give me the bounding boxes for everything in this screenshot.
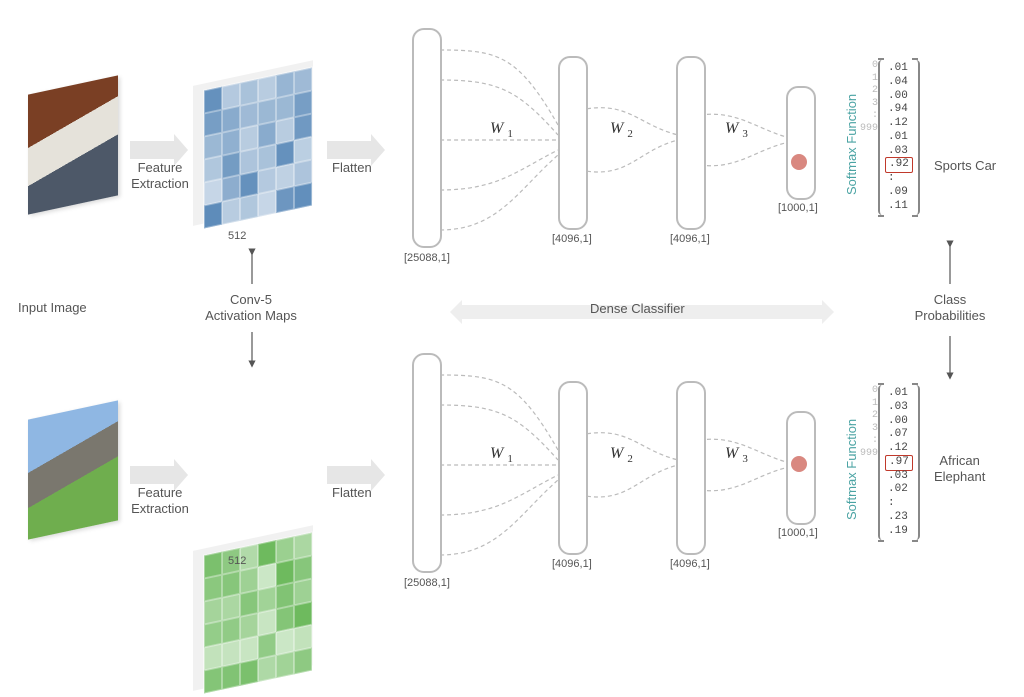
label-feature-extraction-bottom: Feature Extraction [125,485,195,516]
input-image-bottom [28,400,118,539]
arrow-conv5 [246,248,258,368]
out-neuron-top [791,154,807,170]
w2-bottom: W 2 [610,445,633,465]
label-dense-classifier: Dense Classifier [590,301,685,317]
activation-map-bottom [203,531,313,694]
dim-out-bottom: [1000,1] [778,527,818,539]
w2-top: W 2 [610,120,633,140]
w3-top: W 3 [725,120,748,140]
dense-h1-bottom [558,381,588,555]
label-512-top: 512 [228,230,246,242]
dim-out-top: [1000,1] [778,202,818,214]
label-feature-extraction-top: Feature Extraction [125,160,195,191]
input-image-top [28,75,118,214]
label-input-image: Input Image [18,300,87,316]
dim-flat-top: [25088,1] [404,252,450,264]
w3-bottom: W 3 [725,445,748,465]
w1-top: W 1 [490,120,513,140]
dense-h1-top [558,56,588,230]
dim-h1-top: [4096,1] [552,233,592,245]
arrow-class-probs [944,240,956,380]
dim-h2-bottom: [4096,1] [670,558,710,570]
output-vector-bottom: 0123 :999 .01.03.00.07.12.97.03.02:.23.1… [856,385,920,540]
w1-bottom: W 1 [490,445,513,465]
dim-h1-bottom: [4096,1] [552,558,592,570]
out-neuron-bottom [791,456,807,472]
dim-flat-bottom: [25088,1] [404,577,450,589]
label-flatten-bottom: Flatten [332,485,372,501]
dim-h2-top: [4096,1] [670,233,710,245]
dense-h2-bottom [676,381,706,555]
output-vector-top: 0123 : 999 .01.04.00.94.12.01.03.92:.09.… [856,60,920,215]
label-512-bottom: 512 [228,555,246,567]
label-class-top: Sports Car [934,158,996,174]
dense-out-top [786,86,816,200]
label-flatten-top: Flatten [332,160,372,176]
activation-map-top [203,66,313,229]
label-class-bottom: African Elephant [934,453,985,484]
dense-h2-top [676,56,706,230]
